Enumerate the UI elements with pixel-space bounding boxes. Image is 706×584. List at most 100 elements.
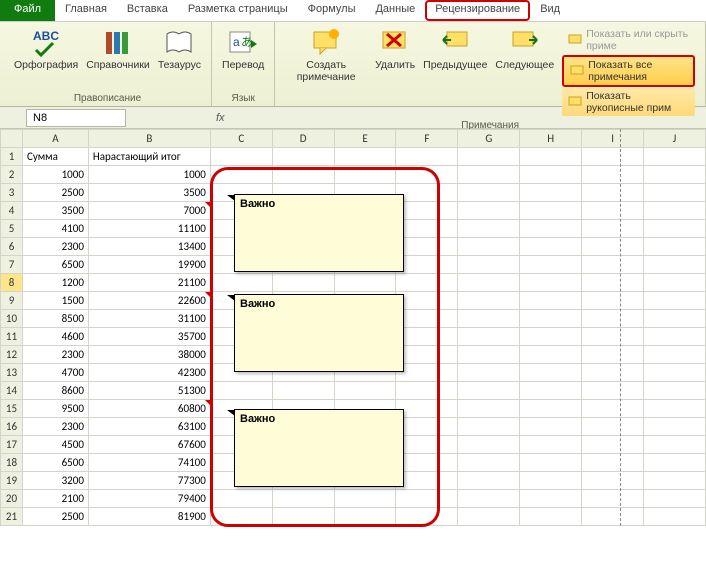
cell-A13[interactable]: 4700 bbox=[22, 364, 88, 382]
cell-H17[interactable] bbox=[520, 436, 582, 454]
cell-F12[interactable] bbox=[396, 346, 458, 364]
cell-G19[interactable] bbox=[458, 472, 520, 490]
cell-E1[interactable] bbox=[334, 148, 396, 166]
cell-F1[interactable] bbox=[396, 148, 458, 166]
cell-J1[interactable] bbox=[644, 148, 706, 166]
row-head-8[interactable]: 8 bbox=[1, 274, 23, 292]
cell-J5[interactable] bbox=[644, 220, 706, 238]
cell-J21[interactable] bbox=[644, 508, 706, 526]
cell-E21[interactable] bbox=[334, 508, 396, 526]
cell-J3[interactable] bbox=[644, 184, 706, 202]
cell-F14[interactable] bbox=[396, 382, 458, 400]
col-head-E[interactable]: E bbox=[334, 130, 396, 148]
cell-F19[interactable] bbox=[396, 472, 458, 490]
cell-B4[interactable]: 7000 bbox=[88, 202, 210, 220]
cell-B10[interactable]: 31100 bbox=[88, 310, 210, 328]
cell-A9[interactable]: 1500 bbox=[22, 292, 88, 310]
cell-F16[interactable] bbox=[396, 418, 458, 436]
cell-J9[interactable] bbox=[644, 292, 706, 310]
cell-I9[interactable] bbox=[582, 292, 644, 310]
cell-G7[interactable] bbox=[458, 256, 520, 274]
row-head-2[interactable]: 2 bbox=[1, 166, 23, 184]
cell-A12[interactable]: 2300 bbox=[22, 346, 88, 364]
select-all-corner[interactable] bbox=[1, 130, 23, 148]
cell-A14[interactable]: 8600 bbox=[22, 382, 88, 400]
cell-J20[interactable] bbox=[644, 490, 706, 508]
col-head-B[interactable]: B bbox=[88, 130, 210, 148]
comment-callout-1[interactable]: Важно bbox=[234, 194, 404, 272]
cell-A3[interactable]: 2500 bbox=[22, 184, 88, 202]
cell-H20[interactable] bbox=[520, 490, 582, 508]
row-head-11[interactable]: 11 bbox=[1, 328, 23, 346]
cell-B20[interactable]: 79400 bbox=[88, 490, 210, 508]
cell-J10[interactable] bbox=[644, 310, 706, 328]
cell-H21[interactable] bbox=[520, 508, 582, 526]
cell-J8[interactable] bbox=[644, 274, 706, 292]
cell-F10[interactable] bbox=[396, 310, 458, 328]
cell-J6[interactable] bbox=[644, 238, 706, 256]
cell-E20[interactable] bbox=[334, 490, 396, 508]
cell-G4[interactable] bbox=[458, 202, 520, 220]
cell-H14[interactable] bbox=[520, 382, 582, 400]
cell-G1[interactable] bbox=[458, 148, 520, 166]
row-head-10[interactable]: 10 bbox=[1, 310, 23, 328]
show-all-comments-button[interactable]: Показать все примечания bbox=[562, 55, 695, 87]
cell-H5[interactable] bbox=[520, 220, 582, 238]
cell-J18[interactable] bbox=[644, 454, 706, 472]
col-head-I[interactable]: I bbox=[582, 130, 644, 148]
cell-H1[interactable] bbox=[520, 148, 582, 166]
cell-H16[interactable] bbox=[520, 418, 582, 436]
tab-layout[interactable]: Разметка страницы bbox=[178, 0, 298, 21]
cell-I10[interactable] bbox=[582, 310, 644, 328]
cell-J16[interactable] bbox=[644, 418, 706, 436]
cell-G11[interactable] bbox=[458, 328, 520, 346]
cell-E8[interactable] bbox=[334, 274, 396, 292]
cell-D1[interactable] bbox=[272, 148, 334, 166]
col-head-G[interactable]: G bbox=[458, 130, 520, 148]
cell-F15[interactable] bbox=[396, 400, 458, 418]
cell-J7[interactable] bbox=[644, 256, 706, 274]
cell-F20[interactable] bbox=[396, 490, 458, 508]
cell-F9[interactable] bbox=[396, 292, 458, 310]
row-head-4[interactable]: 4 bbox=[1, 202, 23, 220]
cell-I21[interactable] bbox=[582, 508, 644, 526]
cell-C1[interactable] bbox=[210, 148, 272, 166]
cell-C21[interactable] bbox=[210, 508, 272, 526]
row-head-19[interactable]: 19 bbox=[1, 472, 23, 490]
spelling-button[interactable]: ABC Орфография bbox=[10, 24, 82, 91]
cell-F8[interactable] bbox=[396, 274, 458, 292]
cell-B12[interactable]: 38000 bbox=[88, 346, 210, 364]
delete-comment-button[interactable]: Удалить bbox=[371, 24, 419, 118]
show-ink-button[interactable]: Показать рукописные прим bbox=[562, 88, 695, 116]
cell-F3[interactable] bbox=[396, 184, 458, 202]
cell-J15[interactable] bbox=[644, 400, 706, 418]
cell-B5[interactable]: 11100 bbox=[88, 220, 210, 238]
cell-B7[interactable]: 19900 bbox=[88, 256, 210, 274]
cell-A18[interactable]: 6500 bbox=[22, 454, 88, 472]
cell-H8[interactable] bbox=[520, 274, 582, 292]
cell-D14[interactable] bbox=[272, 382, 334, 400]
cell-G14[interactable] bbox=[458, 382, 520, 400]
col-head-H[interactable]: H bbox=[520, 130, 582, 148]
tab-view[interactable]: Вид bbox=[530, 0, 570, 21]
next-comment-button[interactable]: Следующее bbox=[491, 24, 558, 118]
cell-J11[interactable] bbox=[644, 328, 706, 346]
cell-F17[interactable] bbox=[396, 436, 458, 454]
translate-button[interactable]: aあ Перевод bbox=[218, 24, 268, 91]
row-head-5[interactable]: 5 bbox=[1, 220, 23, 238]
row-head-9[interactable]: 9 bbox=[1, 292, 23, 310]
cell-G12[interactable] bbox=[458, 346, 520, 364]
cell-A6[interactable]: 2300 bbox=[22, 238, 88, 256]
cell-B6[interactable]: 13400 bbox=[88, 238, 210, 256]
comment-callout-2[interactable]: Важно bbox=[234, 294, 404, 372]
cell-H4[interactable] bbox=[520, 202, 582, 220]
cell-G3[interactable] bbox=[458, 184, 520, 202]
row-head-3[interactable]: 3 bbox=[1, 184, 23, 202]
cell-B17[interactable]: 67600 bbox=[88, 436, 210, 454]
cell-J19[interactable] bbox=[644, 472, 706, 490]
cell-I5[interactable] bbox=[582, 220, 644, 238]
cell-F7[interactable] bbox=[396, 256, 458, 274]
row-head-18[interactable]: 18 bbox=[1, 454, 23, 472]
cell-I17[interactable] bbox=[582, 436, 644, 454]
row-head-12[interactable]: 12 bbox=[1, 346, 23, 364]
